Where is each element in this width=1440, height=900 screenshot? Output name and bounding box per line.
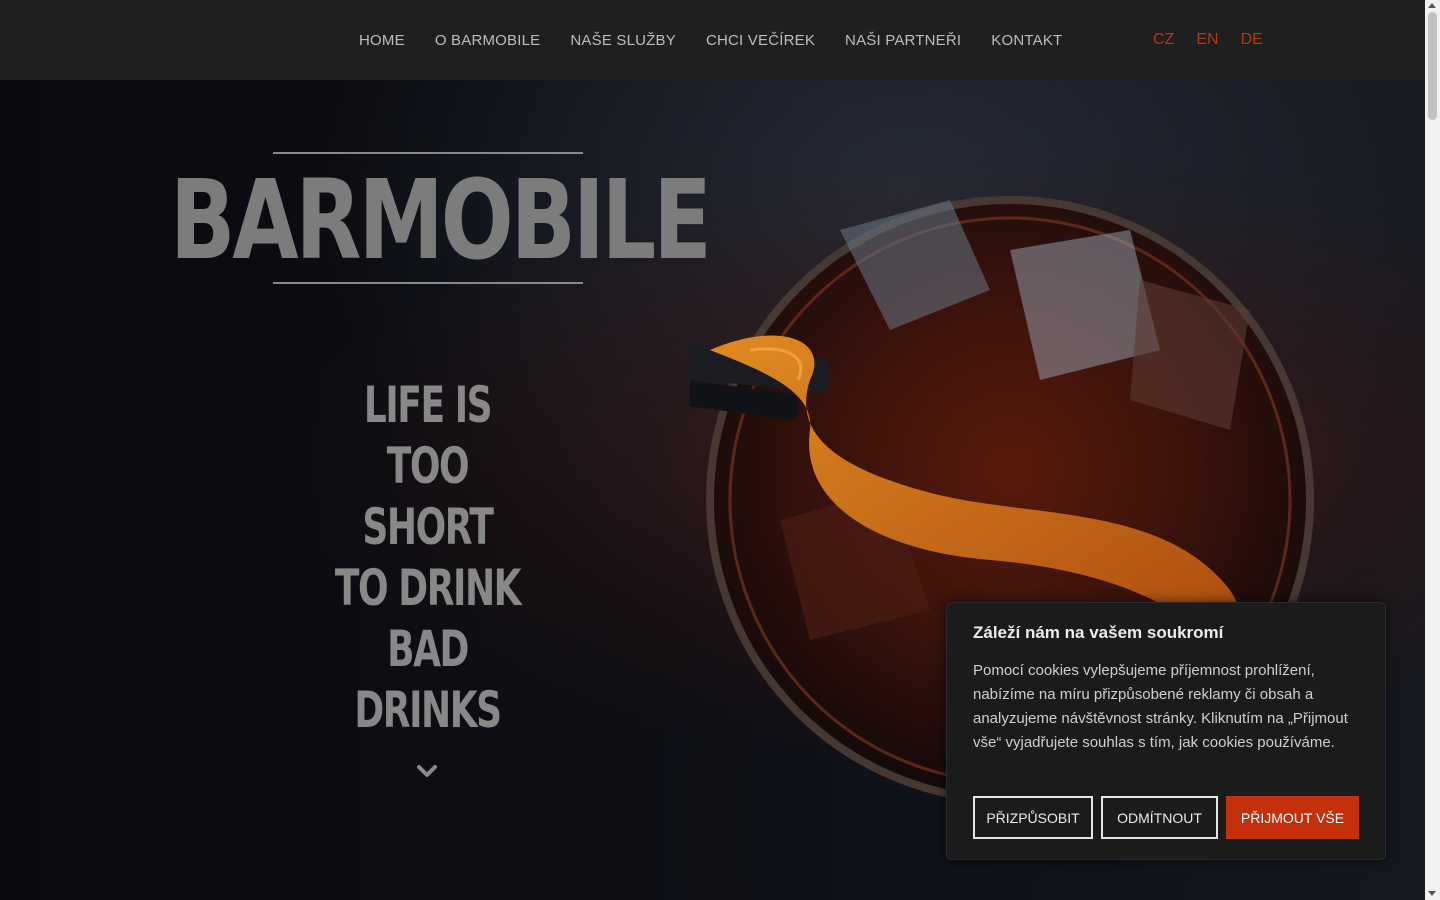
accept-all-button[interactable]: PŘIJMOUT VŠE <box>1226 796 1359 839</box>
nav-item-contact[interactable]: KONTAKT <box>991 32 1062 49</box>
scroll-thumb[interactable] <box>1428 12 1437 120</box>
hero-tagline: LIFE IS TOO SHORT TO DRINK BAD DRINKS <box>280 375 575 741</box>
nav-item-home[interactable]: HOME <box>359 32 405 49</box>
scroll-up-arrow[interactable] <box>1428 3 1436 8</box>
brand-logo: BARMOBILE <box>170 156 712 284</box>
nav-item-party[interactable]: CHCI VEČÍREK <box>706 32 815 49</box>
page-scrollbar[interactable] <box>1425 0 1440 900</box>
main-nav: HOME O BARMOBILE NAŠE SLUŽBY CHCI VEČÍRE… <box>359 0 1092 80</box>
tagline-line: DRINKS <box>354 681 502 739</box>
chevron-down-icon[interactable] <box>417 763 437 779</box>
reject-button[interactable]: ODMÍTNOUT <box>1101 796 1218 839</box>
scroll-down-arrow[interactable] <box>1428 891 1436 896</box>
lang-de[interactable]: DE <box>1241 31 1263 49</box>
tagline-line: TO DRINK <box>334 559 522 617</box>
tagline-line: SHORT <box>362 498 494 556</box>
top-navigation-bar: HOME O BARMOBILE NAŠE SLUŽBY CHCI VEČÍRE… <box>0 0 1425 80</box>
tagline-line: BAD <box>387 620 469 678</box>
cookie-text: Pomocí cookies vylepšujeme příjemnost pr… <box>973 662 1348 751</box>
lang-en[interactable]: EN <box>1196 31 1218 49</box>
tagline-line: LIFE IS <box>363 376 493 434</box>
nav-item-partners[interactable]: NAŠI PARTNEŘI <box>845 32 961 49</box>
nav-item-about[interactable]: O BARMOBILE <box>435 32 541 49</box>
logo-line-top <box>273 152 583 154</box>
nav-item-services[interactable]: NAŠE SLUŽBY <box>570 32 676 49</box>
language-switcher: CZ EN DE <box>1153 0 1285 80</box>
tagline-line: TOO <box>386 437 470 495</box>
lang-cz[interactable]: CZ <box>1153 31 1174 49</box>
customize-button[interactable]: PŘIZPŮSOBIT <box>973 796 1093 839</box>
cookie-consent-banner: Záleží nám na vašem soukromí Pomocí cook… <box>946 602 1386 860</box>
logo-line-bottom <box>273 282 583 284</box>
cookie-title: Záleží nám na vašem soukromí <box>973 623 1224 642</box>
